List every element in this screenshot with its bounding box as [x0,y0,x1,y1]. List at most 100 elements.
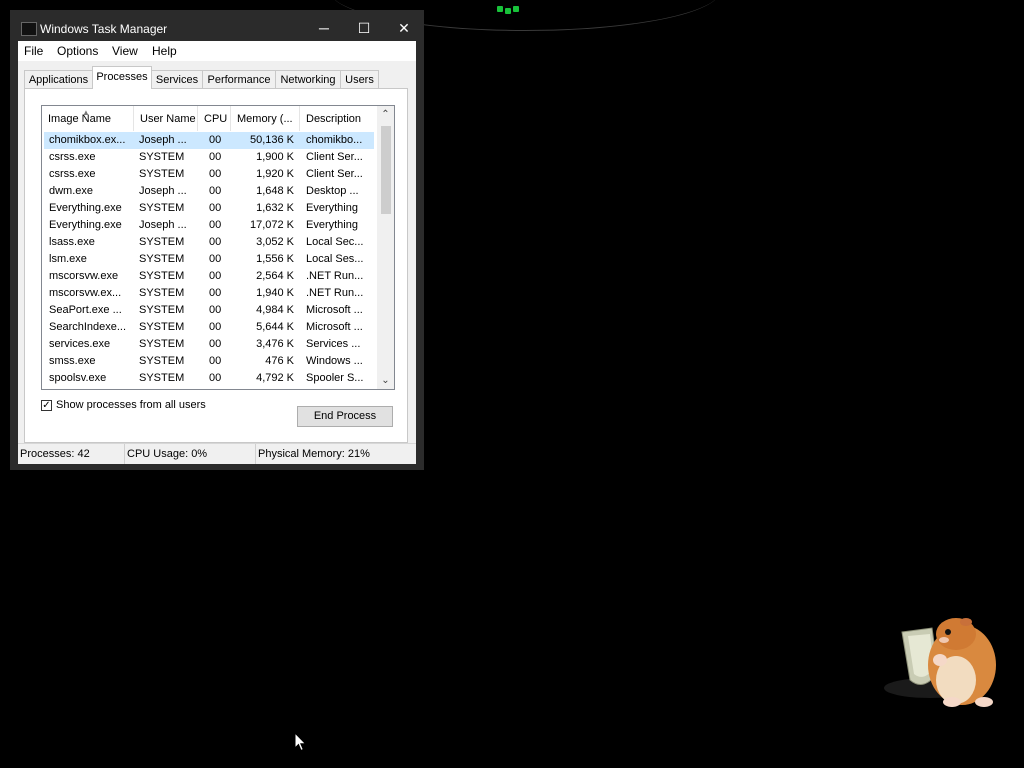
description-cell: .NET Run... [306,270,364,282]
minimize-button[interactable]: ─ [304,10,344,41]
process-row[interactable]: lsm.exe SYSTEM 00 1,556 K Local Ses... [44,251,374,268]
description-cell: Client Ser... [306,151,363,163]
process-row[interactable]: services.exe SYSTEM 00 3,476 K Services ... [44,336,374,353]
user-name-cell: Joseph ... [139,185,187,197]
user-name-cell: SYSTEM [139,338,185,350]
user-name-cell: SYSTEM [139,372,185,384]
window-title: Windows Task Manager [40,22,168,36]
image-name-cell: Everything.exe [49,219,122,231]
image-name-cell: chomikbox.ex... [49,134,126,146]
status-physical-memory: Physical Memory: 21% [258,448,370,460]
process-row[interactable]: smss.exe SYSTEM 00 476 K Windows ... [44,353,374,370]
status-bar: Processes: 42 CPU Usage: 0% Physical Mem… [18,443,416,464]
memory-cell: 1,648 K [256,185,294,197]
column-cpu[interactable]: CPU [198,106,231,131]
image-name-cell: SearchIndexe... [49,321,127,333]
tab-processes[interactable]: Processes [92,66,152,89]
maximize-button[interactable]: ☐ [344,10,384,41]
description-cell: Everything [306,202,358,214]
scroll-up-icon[interactable]: ⌃ [377,106,394,123]
description-cell: Services ... [306,338,361,350]
cpu-cell: 00 [209,202,222,214]
process-row[interactable]: mscorsvw.ex... SYSTEM 00 1,940 K .NET Run... [44,285,374,302]
process-row[interactable]: csrss.exe SYSTEM 00 1,920 K Client Ser... [44,166,374,183]
menu-view[interactable]: View [112,44,138,58]
description-cell: chomikbo... [306,134,363,146]
close-button[interactable]: ✕ [384,10,424,41]
user-name-cell: Joseph ... [139,219,187,231]
end-process-button[interactable]: End Process [297,406,393,427]
menu-help[interactable]: Help [152,44,177,58]
cpu-cell: 00 [209,185,222,197]
image-name-cell: mscorsvw.ex... [49,287,122,299]
process-row[interactable]: SearchIndexe... SYSTEM 00 5,644 K Microsoft … [44,319,374,336]
tab-applications[interactable]: Applications [24,70,93,88]
image-name-cell: SeaPort.exe ... [49,304,122,316]
column-image-name[interactable]: ▲ Image Name [42,106,134,131]
cpu-cell: 00 [209,321,222,333]
column-label: Image Name [48,113,111,125]
process-row[interactable]: Everything.exe SYSTEM 00 1,632 K Everything [44,200,374,217]
process-list[interactable]: ▲ Image Name User Name CPU Memory (... D… [41,105,395,390]
column-description[interactable]: Description [300,106,376,131]
show-all-users-checkbox[interactable]: ✓ [41,400,52,411]
image-name-cell: lsass.exe [49,236,95,248]
cpu-cell: 00 [209,338,222,350]
description-cell: Microsoft ... [306,304,363,316]
tab-services[interactable]: Services [151,70,203,88]
scroll-down-icon[interactable]: ⌄ [377,372,394,389]
title-bar[interactable]: Windows Task Manager ─ ☐ ✕ [10,10,424,41]
process-row[interactable]: SeaPort.exe ... SYSTEM 00 4,984 K Microsoft … [44,302,374,319]
process-row[interactable]: csrss.exe SYSTEM 00 1,900 K Client Ser... [44,149,374,166]
memory-cell: 50,136 K [249,134,294,146]
image-name-cell: dwm.exe [49,185,94,197]
description-cell: Local Ses... [306,253,364,265]
column-user-name[interactable]: User Name [134,106,198,131]
image-name-cell: csrss.exe [49,168,96,180]
memory-cell: 2,564 K [256,270,294,282]
mouse-pointer-icon [294,732,307,752]
cpu-cell: 00 [209,355,222,367]
process-row[interactable]: chomikbox.ex... Joseph ... 00 50,136 K chomi… [44,132,374,149]
image-name-cell: services.exe [49,338,111,350]
memory-cell: 1,556 K [256,253,294,265]
memory-cell: 4,984 K [256,304,294,316]
cpu-cell: 00 [209,168,222,180]
tab-users[interactable]: Users [340,70,379,88]
cpu-cell: 00 [209,287,222,299]
memory-cell: 476 K [265,355,294,367]
memory-cell: 3,476 K [256,338,294,350]
process-row[interactable]: spoolsv.exe SYSTEM 00 4,792 K Spooler S... [44,370,374,387]
show-all-users-label: Show processes from all users [56,399,206,411]
process-row[interactable]: mscorsvw.exe SYSTEM 00 2,564 K .NET Run... [44,268,374,285]
menu-options[interactable]: Options [57,44,98,58]
tab-performance[interactable]: Performance [202,70,276,88]
image-name-cell: lsm.exe [49,253,87,265]
image-name-cell: smss.exe [49,355,96,367]
tab-networking[interactable]: Networking [275,70,341,88]
user-name-cell: SYSTEM [139,355,185,367]
user-name-cell: SYSTEM [139,270,185,282]
menu-file[interactable]: File [24,44,43,58]
description-cell: .NET Run... [306,287,364,299]
process-row[interactable]: dwm.exe Joseph ... 00 1,648 K Desktop ... [44,183,374,200]
user-name-cell: SYSTEM [139,253,185,265]
description-cell: Desktop ... [306,185,359,197]
scroll-thumb[interactable] [381,126,391,214]
vertical-scrollbar[interactable]: ⌃ ⌄ [377,106,394,389]
column-memory[interactable]: Memory (... [231,106,300,131]
description-cell: Local Sec... [306,236,364,248]
memory-cell: 1,632 K [256,202,294,214]
description-cell: Client Ser... [306,168,363,180]
cpu-cell: 00 [209,304,222,316]
description-cell: Microsoft ... [306,321,363,333]
menu-bar: File Options View Help [18,41,416,61]
user-name-cell: SYSTEM [139,236,185,248]
status-cpu-usage: CPU Usage: 0% [125,444,256,464]
cpu-cell: 00 [209,372,222,384]
user-name-cell: SYSTEM [139,202,185,214]
task-manager-window: Windows Task Manager ─ ☐ ✕ File Options … [10,10,424,470]
process-row[interactable]: lsass.exe SYSTEM 00 3,052 K Local Sec... [44,234,374,251]
memory-cell: 1,920 K [256,168,294,180]
process-row[interactable]: Everything.exe Joseph ... 00 17,072 K Everyt… [44,217,374,234]
